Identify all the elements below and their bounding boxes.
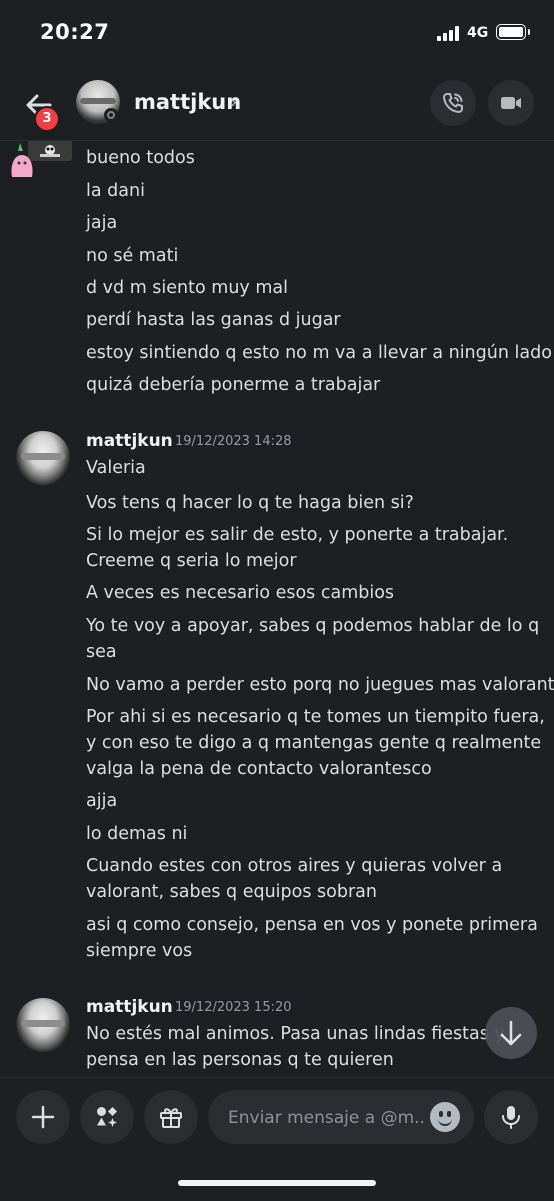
message-text: Creeme q seria lo mejor [86,551,297,571]
battery-icon [496,24,530,40]
add-attachment-button[interactable] [16,1090,70,1144]
video-camera-icon [501,97,521,109]
emoji-icon[interactable] [430,1102,460,1132]
message-text: lo demas ni [86,824,188,844]
chevron-right-icon[interactable]: › [230,92,237,113]
message-text: No estés mal animos. Pasa unas lindas fi… [86,1024,505,1044]
unread-badge: 3 [34,106,60,132]
message-text: ajja [86,791,118,811]
message-text: valga la pena de contacto valorantesco [86,759,432,779]
message-text: bueno todos [86,148,195,168]
home-indicator [178,1180,376,1186]
message-text: No vamo a perder esto porq no juegues ma… [86,675,554,695]
voice-call-button[interactable] [430,80,476,126]
chat-header: mattjkun › [0,66,554,141]
message-text: la dani [86,181,145,201]
message-text: Cuando estes con otros aires y quieras v… [86,856,503,876]
apps-button[interactable] [80,1090,134,1144]
message-text: pensa en las personas q te quieren [86,1050,394,1070]
scroll-to-bottom-button[interactable] [485,1007,537,1059]
sticker-image [11,141,72,177]
message-author[interactable]: mattjkun [86,997,173,1017]
message-text: Yo te voy a apoyar, sabes q podemos habl… [86,616,540,636]
message-input-container[interactable] [208,1090,474,1146]
message-text: Valeria [86,458,146,478]
microphone-icon [502,1106,520,1129]
apps-icon [97,1107,117,1127]
plus-icon [31,1105,55,1129]
message-text: y con eso te digo a q mantengas gente q … [86,733,542,753]
clock: 20:27 [40,20,110,44]
message-text: perdí hasta las ganas d jugar [86,310,341,330]
message-text: A veces es necesario esos cambios [86,583,395,603]
message-text: no sé mati [86,246,179,266]
message-input[interactable] [226,1090,426,1146]
voice-message-button[interactable] [484,1090,538,1144]
video-call-button[interactable] [488,80,534,126]
offline-status-icon [104,108,118,122]
message-text: Vos tens q hacer lo q te haga bien si? [86,493,414,513]
message-text: Si lo mejor es salir de esto, y ponerte … [86,525,509,545]
message-text: sea [86,642,117,662]
gift-icon [160,1108,182,1128]
message-text: asi q como consejo, pensa en vos y ponet… [86,915,538,935]
message-text: estoy sintiendo q esto no m va a llevar … [86,343,552,363]
avatar[interactable] [16,431,70,485]
message-timestamp: 19/12/2023 15:20 [175,1000,292,1015]
message-text: quizá debería ponerme a trabajar [86,375,381,395]
message-list[interactable]: bueno todos la dani jaja no sé mati d vd… [0,141,554,1077]
message-timestamp: 19/12/2023 14:28 [175,434,292,449]
network-type: 4G [467,25,489,41]
message-text: jaja [86,213,118,233]
message-text: valorant, sabes q equipos sobran [86,882,377,902]
signal-icon [437,26,463,41]
phone-call-icon [443,93,463,113]
arrow-down-icon [500,1020,522,1046]
avatar[interactable] [16,998,70,1052]
status-bar: 20:27 4G [0,0,554,66]
message-text: siempre vos [86,941,193,961]
message-text: d vd m siento muy mal [86,278,288,298]
chat-username[interactable]: mattjkun [134,90,241,114]
message-text: Por ahi si es necesario q te tomes un ti… [86,707,545,727]
message-author[interactable]: mattjkun [86,431,173,451]
gift-button[interactable] [144,1090,198,1144]
